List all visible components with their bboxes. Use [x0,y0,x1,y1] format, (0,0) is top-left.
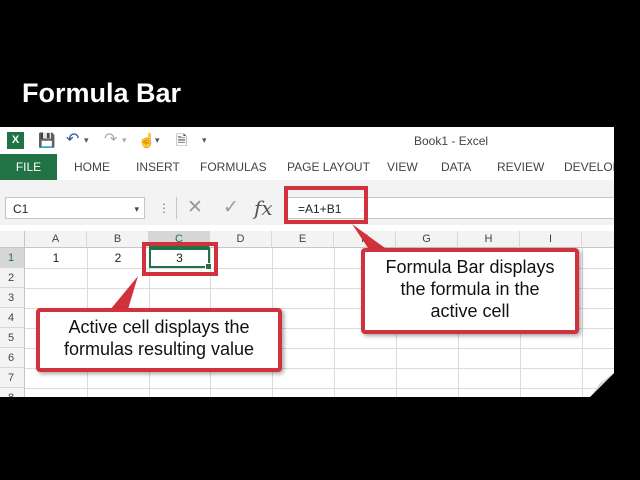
tab-file[interactable]: FILE [0,154,57,180]
column-header-h[interactable]: H [458,231,520,248]
tab-data[interactable]: DATA [441,154,471,180]
name-box[interactable]: C1 ▾ [5,197,145,219]
redo-dropdown-icon[interactable]: ▾ [122,131,127,149]
column-header-g[interactable]: G [396,231,458,248]
column-header-i[interactable]: I [520,231,582,248]
tab-formulas[interactable]: FORMULAS [200,154,267,180]
tab-page-layout[interactable]: PAGE LAYOUT [287,154,370,180]
cell-b1[interactable]: 2 [87,248,149,268]
row-header-8[interactable]: 8 [0,388,25,397]
row-header-4[interactable]: 4 [0,308,25,328]
column-header-f[interactable]: F [334,231,396,248]
page-curl [590,373,614,397]
grid-line [334,248,335,397]
insert-function-icon[interactable]: fx [254,196,273,220]
column-header-d[interactable]: D [210,231,272,248]
row-header-1[interactable]: 1 [0,248,25,268]
cancel-icon[interactable]: ✕ [182,197,208,219]
column-header-e[interactable]: E [272,231,334,248]
touch-mode-icon[interactable]: ☝ [138,131,155,149]
active-cell-callout: Active cell displays the formulas result… [36,308,282,372]
column-header-a[interactable]: A [25,231,87,248]
page-heading: Formula Bar [22,78,182,108]
tab-insert[interactable]: INSERT [136,154,180,180]
grid-line [582,248,583,397]
callout-line: Formula Bar displays [385,257,555,277]
customize-toolbar-icon[interactable]: ▾ [202,131,207,149]
name-box-dropdown-icon[interactable]: ▾ [134,198,139,220]
callout-line: Active cell displays the [68,317,250,337]
row-header-3[interactable]: 3 [0,288,25,308]
select-all-corner[interactable] [0,231,25,248]
column-header-b[interactable]: B [87,231,149,248]
row-header-2[interactable]: 2 [0,268,25,288]
redo-icon[interactable]: ↷ [104,131,117,149]
formula-bar-callout: Formula Bar displays the formula in the … [361,248,579,334]
row-header-5[interactable]: 5 [0,328,25,348]
formula-bar-divider [176,197,177,219]
undo-dropdown-icon[interactable]: ▾ [84,131,89,149]
column-header-partial[interactable] [582,231,614,248]
tab-view[interactable]: VIEW [387,154,418,180]
window-title: Book1 - Excel [414,134,489,148]
callout-line: active cell [430,301,510,321]
callout-line: the formula in the [400,279,540,299]
row-header-7[interactable]: 7 [0,368,25,388]
active-cell-highlight-box [142,242,218,276]
enter-icon[interactable]: ✓ [218,197,244,219]
ribbon-tabs: FILE HOME INSERT FORMULAS PAGE LAYOUT VI… [0,154,614,180]
excel-logo-icon: X [7,132,24,149]
grid-line [25,388,614,389]
formula-highlight-box [284,186,368,224]
tab-home[interactable]: HOME [74,154,110,180]
document-icon[interactable]: 🗎 [176,131,187,149]
quick-access-toolbar: X 💾 ↶ ▾ ↷ ▾ ☝ ▾ 🗎 ▾ Book1 - Excel [0,127,614,154]
tab-review[interactable]: REVIEW [497,154,544,180]
touch-dropdown-icon[interactable]: ▾ [155,131,160,149]
callout-line: formulas resulting value [63,339,255,359]
name-box-value: C1 [13,202,29,216]
row-header-6[interactable]: 6 [0,348,25,368]
formula-bar-grip-icon[interactable]: ⋮ [158,201,170,215]
tab-developer[interactable]: DEVELOPE [564,154,614,180]
save-icon[interactable]: 💾 [38,131,55,149]
undo-icon[interactable]: ↶ [66,131,79,149]
cell-a1[interactable]: 1 [25,248,87,268]
